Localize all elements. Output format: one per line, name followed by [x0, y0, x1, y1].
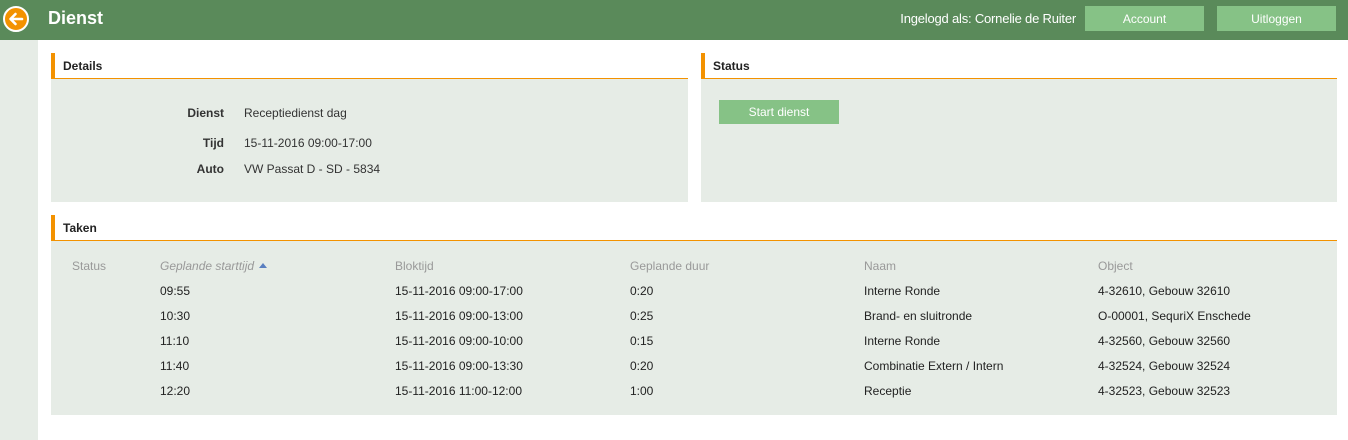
column-header-naam[interactable]: Naam — [864, 259, 896, 273]
cell-starttijd: 10:30 — [160, 309, 191, 323]
cell-naam: Brand- en sluitronde — [864, 309, 973, 323]
column-header-status[interactable]: Status — [72, 259, 106, 273]
details-header: Details — [51, 53, 688, 79]
logout-button[interactable]: Uitloggen — [1217, 6, 1336, 31]
start-dienst-button[interactable]: Start dienst — [719, 100, 839, 124]
column-header-label: Geplande starttijd — [160, 259, 255, 273]
logged-in-label: Ingelogd als: Cornelie de Ruiter — [900, 11, 1076, 26]
column-header-bloktijd[interactable]: Bloktijd — [395, 259, 434, 273]
cell-duur: 0:20 — [630, 359, 654, 373]
detail-value-auto: VW Passat D - SD - 5834 — [244, 162, 381, 176]
column-header-geplande-duur[interactable]: Geplande duur — [630, 259, 709, 273]
main-content: Details Dienst Receptiedienst dag Tijd 1… — [38, 40, 1348, 440]
cell-bloktijd: 15-11-2016 09:00-13:30 — [395, 359, 523, 373]
cell-object: 4-32523, Gebouw 32523 — [1098, 384, 1231, 398]
cell-starttijd: 11:40 — [160, 359, 190, 373]
cell-bloktijd: 15-11-2016 09:00-10:00 — [395, 334, 523, 348]
status-header: Status — [701, 53, 1337, 79]
detail-value-tijd: 15-11-2016 09:00-17:00 — [244, 136, 372, 150]
taken-header: Taken — [51, 215, 1337, 241]
cell-bloktijd: 15-11-2016 11:00-12:00 — [395, 384, 522, 398]
cell-naam: Interne Ronde — [864, 334, 941, 348]
taken-panel: Taken Status Geplande starttijd Bloktijd… — [51, 215, 1337, 415]
column-header-geplande-starttijd[interactable]: Geplande starttijd — [160, 259, 268, 273]
detail-label-tijd: Tijd — [202, 136, 224, 150]
cell-bloktijd: 15-11-2016 09:00-13:00 — [395, 309, 523, 323]
detail-label-dienst: Dienst — [187, 106, 224, 120]
cell-object: 4-32560, Gebouw 32560 — [1098, 334, 1231, 348]
back-button[interactable] — [3, 6, 29, 32]
status-panel: Status Start dienst — [701, 53, 1337, 202]
cell-duur: 0:20 — [630, 284, 654, 298]
details-panel: Details Dienst Receptiedienst dag Tijd 1… — [51, 53, 688, 202]
cell-object: 4-32524, Gebouw 32524 — [1098, 359, 1231, 373]
left-strip — [0, 40, 38, 440]
cell-object: 4-32610, Gebouw 32610 — [1098, 284, 1231, 298]
cell-naam: Receptie — [864, 384, 912, 398]
arrow-left-icon — [9, 12, 24, 26]
column-header-object[interactable]: Object — [1098, 259, 1133, 273]
cell-starttijd: 09:55 — [160, 284, 191, 298]
top-bar: Dienst Ingelogd als: Cornelie de Ruiter … — [0, 0, 1348, 40]
page-title: Dienst — [48, 8, 104, 28]
cell-naam: Combinatie Extern / Intern — [864, 359, 1004, 373]
account-button[interactable]: Account — [1085, 6, 1204, 31]
cell-duur: 0:25 — [630, 309, 654, 323]
cell-object: O-00001, SequriX Enschede — [1098, 309, 1251, 323]
cell-starttijd: 12:20 — [160, 384, 191, 398]
cell-duur: 0:15 — [630, 334, 654, 348]
sort-ascending-icon — [259, 263, 268, 268]
detail-value-dienst: Receptiedienst dag — [244, 106, 347, 120]
cell-duur: 1:00 — [630, 384, 654, 398]
cell-naam: Interne Ronde — [864, 284, 941, 298]
cell-bloktijd: 15-11-2016 09:00-17:00 — [395, 284, 523, 298]
cell-starttijd: 11:10 — [160, 334, 190, 348]
detail-label-auto: Auto — [196, 162, 224, 176]
